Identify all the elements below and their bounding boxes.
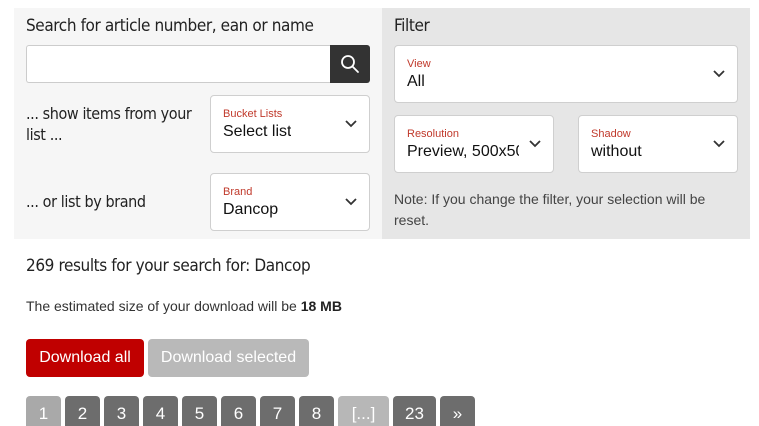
page-4-button[interactable]: 4 (143, 396, 178, 426)
chevron-down-icon (529, 140, 541, 148)
shadow-select[interactable]: Shadow without (578, 115, 738, 173)
brand-select[interactable]: Brand Dancop (210, 173, 370, 231)
download-all-button[interactable]: Download all (26, 339, 144, 377)
page-3-button[interactable]: 3 (104, 396, 139, 426)
bucket-side-label-line1: ... show items from your (26, 104, 192, 123)
chevron-down-icon (713, 70, 725, 78)
shadow-value: without (591, 143, 642, 160)
search-panel: Search for article number, ean or name .… (14, 8, 382, 239)
search-heading: Search for article number, ean or name (26, 16, 314, 36)
chevron-down-icon (713, 140, 725, 148)
search-input[interactable] (26, 45, 331, 83)
download-selected-button[interactable]: Download selected (148, 339, 309, 377)
resolution-value: Preview, 500x500 (407, 143, 519, 160)
view-field-label: View (407, 58, 431, 70)
download-size-value: 18 MB (300, 298, 342, 314)
filter-note: Note: If you change the filter, your sel… (394, 191, 706, 228)
view-value: All (407, 73, 425, 90)
page-23-button[interactable]: 23 (393, 396, 436, 426)
filter-panel: Filter View All Resolution Preview, 500x… (382, 8, 750, 239)
download-size-info: The estimated size of your download will… (26, 298, 342, 314)
page-ellipsis: [...] (338, 396, 389, 426)
brand-side-label: ... or list by brand (26, 192, 146, 211)
next-page-button[interactable]: » (440, 396, 475, 426)
bucket-list-select[interactable]: Bucket Lists Select list (210, 95, 370, 153)
download-size-prefix: The estimated size of your download will… (26, 298, 301, 314)
chevron-down-icon (345, 120, 357, 128)
search-icon (341, 55, 359, 73)
filter-heading: Filter (394, 16, 430, 36)
search-button[interactable] (330, 45, 370, 83)
page-2-button[interactable]: 2 (65, 396, 100, 426)
bucket-list-side-label: ... show items from your list ... (26, 103, 192, 145)
resolution-field-label: Resolution (407, 128, 459, 140)
view-select[interactable]: View All (394, 45, 738, 103)
brand-value: Dancop (223, 201, 279, 218)
page-8-button[interactable]: 8 (299, 396, 334, 426)
resolution-select[interactable]: Resolution Preview, 500x500 (394, 115, 554, 173)
bucket-list-field-label: Bucket Lists (223, 108, 283, 120)
chevron-down-icon (345, 198, 357, 206)
page-7-button[interactable]: 7 (260, 396, 295, 426)
page-1-button[interactable]: 1 (26, 396, 61, 426)
brand-field-label: Brand (223, 186, 253, 198)
page-5-button[interactable]: 5 (182, 396, 217, 426)
shadow-field-label: Shadow (591, 128, 631, 140)
results-summary: 269 results for your search for: Dancop (26, 256, 311, 276)
bucket-list-value: Select list (223, 123, 292, 140)
pagination: 1 2 3 4 5 6 7 8 [...] 23 » (26, 396, 475, 426)
page-6-button[interactable]: 6 (221, 396, 256, 426)
bucket-side-label-line2: list ... (26, 125, 63, 144)
